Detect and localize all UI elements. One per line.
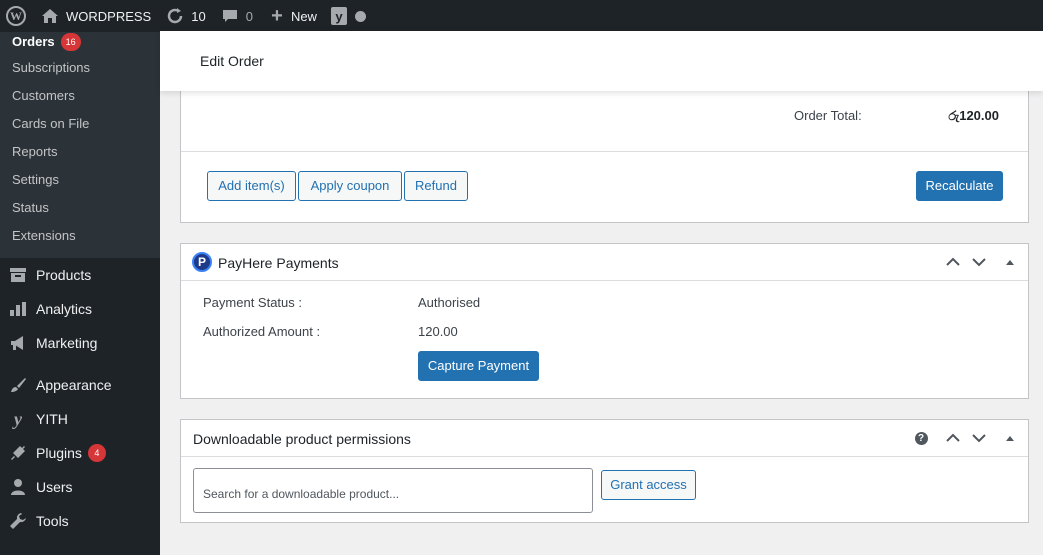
menu-marketing[interactable]: Marketing <box>0 326 160 360</box>
order-total-label: Order Total: <box>794 108 862 123</box>
new-content-link[interactable]: + New <box>260 0 324 32</box>
menu-marketing-label: Marketing <box>36 335 98 351</box>
brush-icon <box>8 375 28 395</box>
plus-icon: + <box>271 4 283 27</box>
submenu-subscriptions[interactable]: Subscriptions <box>0 54 160 82</box>
authorized-amount-label: Authorized Amount : <box>203 324 321 339</box>
menu-plugins[interactable]: Plugins 4 <box>0 436 160 470</box>
payhere-logo-icon: P <box>192 252 212 272</box>
menu-appearance[interactable]: Appearance <box>0 368 160 402</box>
collapse-toggle-icon[interactable] <box>1001 429 1019 447</box>
move-up-icon[interactable] <box>944 429 962 447</box>
order-items-divider <box>181 151 1028 152</box>
site-name: WORDPRESS <box>66 8 152 24</box>
submenu-settings[interactable]: Settings <box>0 166 160 194</box>
search-placeholder: Search for a downloadable product... <box>203 487 400 501</box>
move-down-icon[interactable] <box>970 429 988 447</box>
menu-appearance-label: Appearance <box>36 377 112 393</box>
yoast-menu[interactable]: y <box>324 0 349 32</box>
menu-products[interactable]: Products <box>0 258 160 292</box>
order-total-value: රු120.00 <box>948 108 999 123</box>
plug-icon <box>8 443 28 463</box>
menu-analytics-label: Analytics <box>36 301 93 317</box>
apply-coupon-button[interactable]: Apply coupon <box>298 171 402 201</box>
submenu-orders[interactable]: Orders 16 <box>0 32 160 54</box>
collapse-toggle-icon[interactable] <box>1001 253 1019 271</box>
comment-icon <box>220 6 240 26</box>
wrench-icon <box>8 511 28 531</box>
move-down-icon[interactable] <box>970 253 988 271</box>
payment-status-label: Payment Status : <box>203 295 302 310</box>
recalculate-button[interactable]: Recalculate <box>916 171 1003 201</box>
home-icon <box>40 6 60 26</box>
menu-tools-label: Tools <box>36 513 69 529</box>
submenu-extensions[interactable]: Extensions <box>0 222 160 250</box>
menu-analytics[interactable]: Analytics <box>0 292 160 326</box>
downloads-panel-header[interactable]: Downloadable product permissions ? <box>181 420 1028 457</box>
megaphone-icon <box>8 333 28 353</box>
updates-link[interactable]: 10 <box>158 0 212 32</box>
new-label: New <box>290 8 317 24</box>
menu-separator <box>0 360 160 368</box>
help-icon[interactable]: ? <box>912 429 930 447</box>
authorized-amount-value: 120.00 <box>418 324 458 339</box>
page-title: Edit Order <box>200 53 264 69</box>
yith-icon: y <box>14 408 22 429</box>
move-up-icon[interactable] <box>944 253 962 271</box>
wordpress-logo-button[interactable]: W <box>0 0 33 32</box>
comments-count: 0 <box>245 8 253 24</box>
downloadable-product-search-input[interactable]: Search for a downloadable product... <box>193 468 593 513</box>
payhere-panel-title: PayHere Payments <box>218 255 339 271</box>
payment-status-value: Authorised <box>418 295 481 310</box>
archive-icon <box>8 265 28 285</box>
submenu-reports[interactable]: Reports <box>0 138 160 166</box>
user-icon <box>8 477 28 497</box>
menu-tools[interactable]: Tools <box>0 504 160 538</box>
menu-yith-label: YITH <box>36 411 68 427</box>
submenu-orders-label: Orders <box>12 34 55 49</box>
menu-plugins-label: Plugins <box>36 445 82 461</box>
payhere-payments-panel: P PayHere Payments Payment Status : Auth… <box>180 243 1029 399</box>
site-name-link[interactable]: WORDPRESS <box>33 0 158 32</box>
add-items-button[interactable]: Add item(s) <box>207 171 296 201</box>
submenu-cards-on-file[interactable]: Cards on File <box>0 110 160 138</box>
grant-access-button[interactable]: Grant access <box>601 470 696 500</box>
menu-users[interactable]: Users <box>0 470 160 504</box>
admin-bar: W WORDPRESS 10 0 + New y <box>0 0 1043 32</box>
submenu-status[interactable]: Status <box>0 194 160 222</box>
plugins-update-badge: 4 <box>87 444 106 462</box>
seo-status-dot[interactable] <box>349 0 373 32</box>
refund-button[interactable]: Refund <box>404 171 468 201</box>
comments-link[interactable]: 0 <box>213 0 260 32</box>
bar-chart-icon <box>8 299 28 319</box>
menu-products-label: Products <box>36 267 92 283</box>
capture-payment-button[interactable]: Capture Payment <box>418 351 539 381</box>
wordpress-logo-icon: W <box>6 6 26 26</box>
downloadable-permissions-panel: Downloadable product permissions ? Searc… <box>180 419 1029 523</box>
page-header: Edit Order <box>160 31 1043 91</box>
admin-sidebar: Orders 16 Subscriptions Customers Cards o… <box>0 32 160 555</box>
menu-users-label: Users <box>36 479 73 495</box>
yoast-icon: y <box>330 7 347 25</box>
payhere-panel-header[interactable]: P PayHere Payments <box>181 244 1028 281</box>
orders-count-badge: 16 <box>60 33 81 51</box>
submenu-customers[interactable]: Customers <box>0 82 160 110</box>
status-dot-icon <box>354 10 366 22</box>
refresh-icon <box>165 6 185 26</box>
woocommerce-submenu: Orders 16 Subscriptions Customers Cards o… <box>0 32 160 258</box>
updates-count: 10 <box>191 8 206 24</box>
downloads-panel-title: Downloadable product permissions <box>193 431 411 447</box>
menu-yith[interactable]: y YITH <box>0 402 160 436</box>
